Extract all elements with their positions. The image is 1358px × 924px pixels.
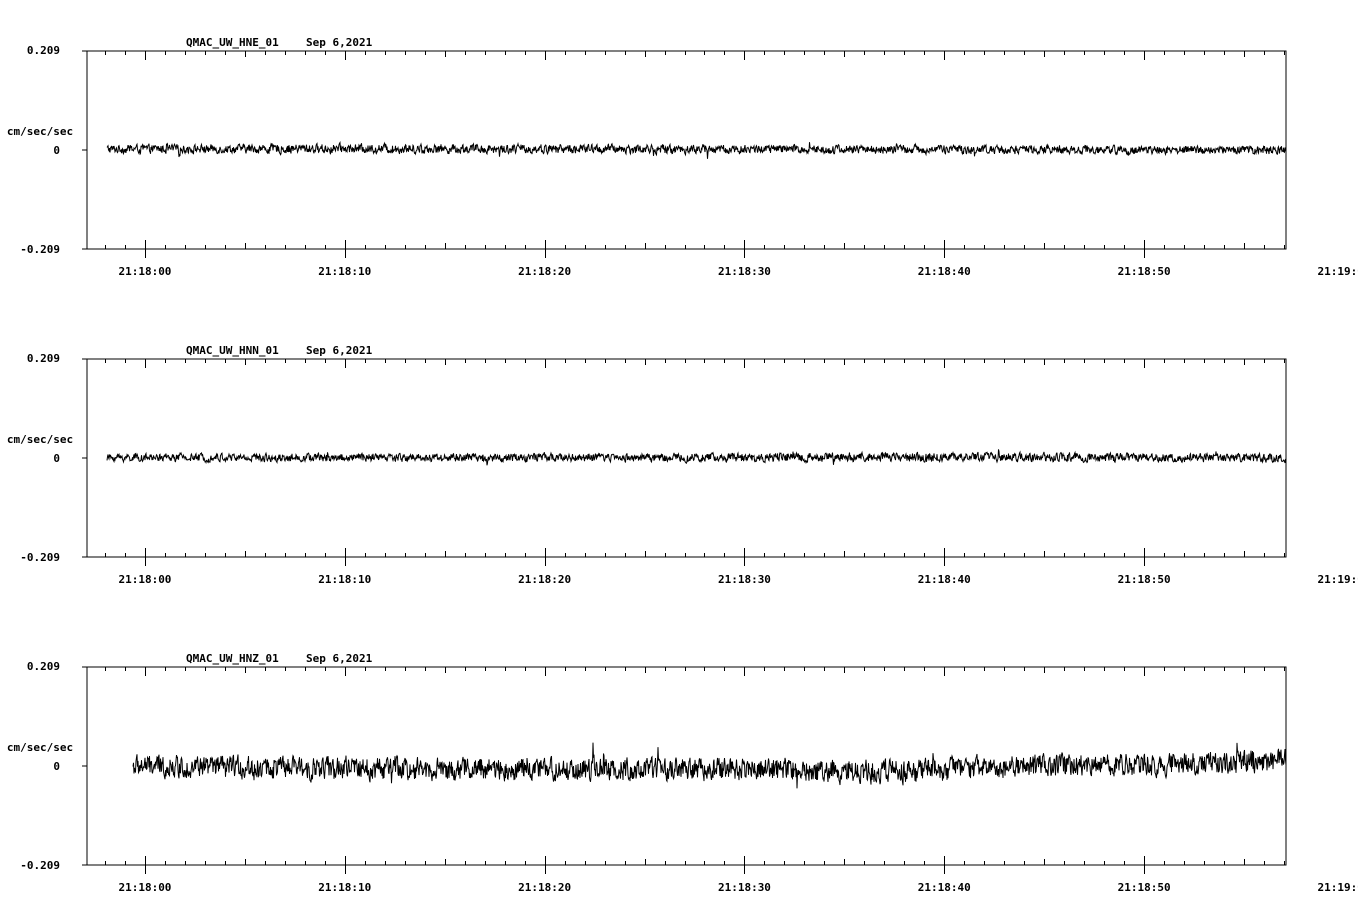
x-tick-label: 21:18:10 — [318, 265, 371, 278]
y-tick-label: 0.209 — [27, 660, 60, 673]
y-axis-label: cm/sec/sec — [7, 125, 73, 138]
x-tick-marks — [105, 359, 1285, 566]
x-tick-marks — [105, 51, 1285, 258]
y-tick-label: 0 — [53, 144, 60, 157]
x-tick-label: 21:18:20 — [518, 573, 571, 586]
x-tick-label: 21:18:20 — [518, 881, 571, 894]
y-axis-label: cm/sec/sec — [7, 741, 73, 754]
waveform-trace — [106, 449, 1287, 466]
y-tick-label: -0.209 — [20, 551, 60, 564]
x-tick-label: 21:19:00 — [1317, 265, 1358, 278]
x-tick-label: 21:18:00 — [118, 573, 171, 586]
waveform-trace — [106, 141, 1287, 159]
x-tick-label: 21:18:20 — [518, 265, 571, 278]
x-tick-label: 21:18:50 — [1118, 573, 1171, 586]
x-tick-label: 21:18:30 — [718, 265, 771, 278]
y-tick-label: -0.209 — [20, 859, 60, 872]
y-tick-label: 0 — [53, 452, 60, 465]
x-tick-label: 21:19:00 — [1317, 573, 1358, 586]
seismogram-panel: QMAC_UW_HNN_01 Sep 6,2021 0.209 0 -0.209 cm/s… — [7, 344, 1358, 586]
x-tick-label: 21:18:30 — [718, 573, 771, 586]
waveform-trace — [132, 742, 1287, 789]
plot-date: Sep 6,2021 — [306, 344, 373, 357]
y-axis-label: cm/sec/sec — [7, 433, 73, 446]
x-tick-label: 21:18:10 — [318, 881, 371, 894]
x-tick-label: 21:18:40 — [918, 265, 971, 278]
x-tick-label: 21:18:00 — [118, 265, 171, 278]
seismogram-figure: QMAC_UW_HNE_01 Sep 6,2021 0.209 0 -0.209 cm/s… — [7, 36, 1358, 894]
station-title: QMAC_UW_HNN_01 — [186, 344, 279, 357]
station-title: QMAC_UW_HNE_01 — [186, 36, 279, 49]
x-tick-label: 21:18:00 — [118, 881, 171, 894]
x-tick-label: 21:18:10 — [318, 573, 371, 586]
y-tick-label: 0.209 — [27, 352, 60, 365]
y-tick-label: 0.209 — [27, 44, 60, 57]
seismogram-panel: QMAC_UW_HNZ_01 Sep 6,2021 0.209 0 -0.209 cm/s… — [7, 652, 1358, 894]
x-tick-label: 21:18:50 — [1118, 881, 1171, 894]
station-title: QMAC_UW_HNZ_01 — [186, 652, 279, 665]
x-tick-label: 21:18:50 — [1118, 265, 1171, 278]
x-tick-label: 21:18:40 — [918, 881, 971, 894]
seismogram-panel: QMAC_UW_HNE_01 Sep 6,2021 0.209 0 -0.209 cm/s… — [7, 36, 1358, 278]
plot-date: Sep 6,2021 — [306, 36, 373, 49]
x-tick-label: 21:18:30 — [718, 881, 771, 894]
y-tick-label: -0.209 — [20, 243, 60, 256]
x-tick-label: 21:19:00 — [1317, 881, 1358, 894]
x-tick-label: 21:18:40 — [918, 573, 971, 586]
y-tick-label: 0 — [53, 760, 60, 773]
plot-date: Sep 6,2021 — [306, 652, 373, 665]
